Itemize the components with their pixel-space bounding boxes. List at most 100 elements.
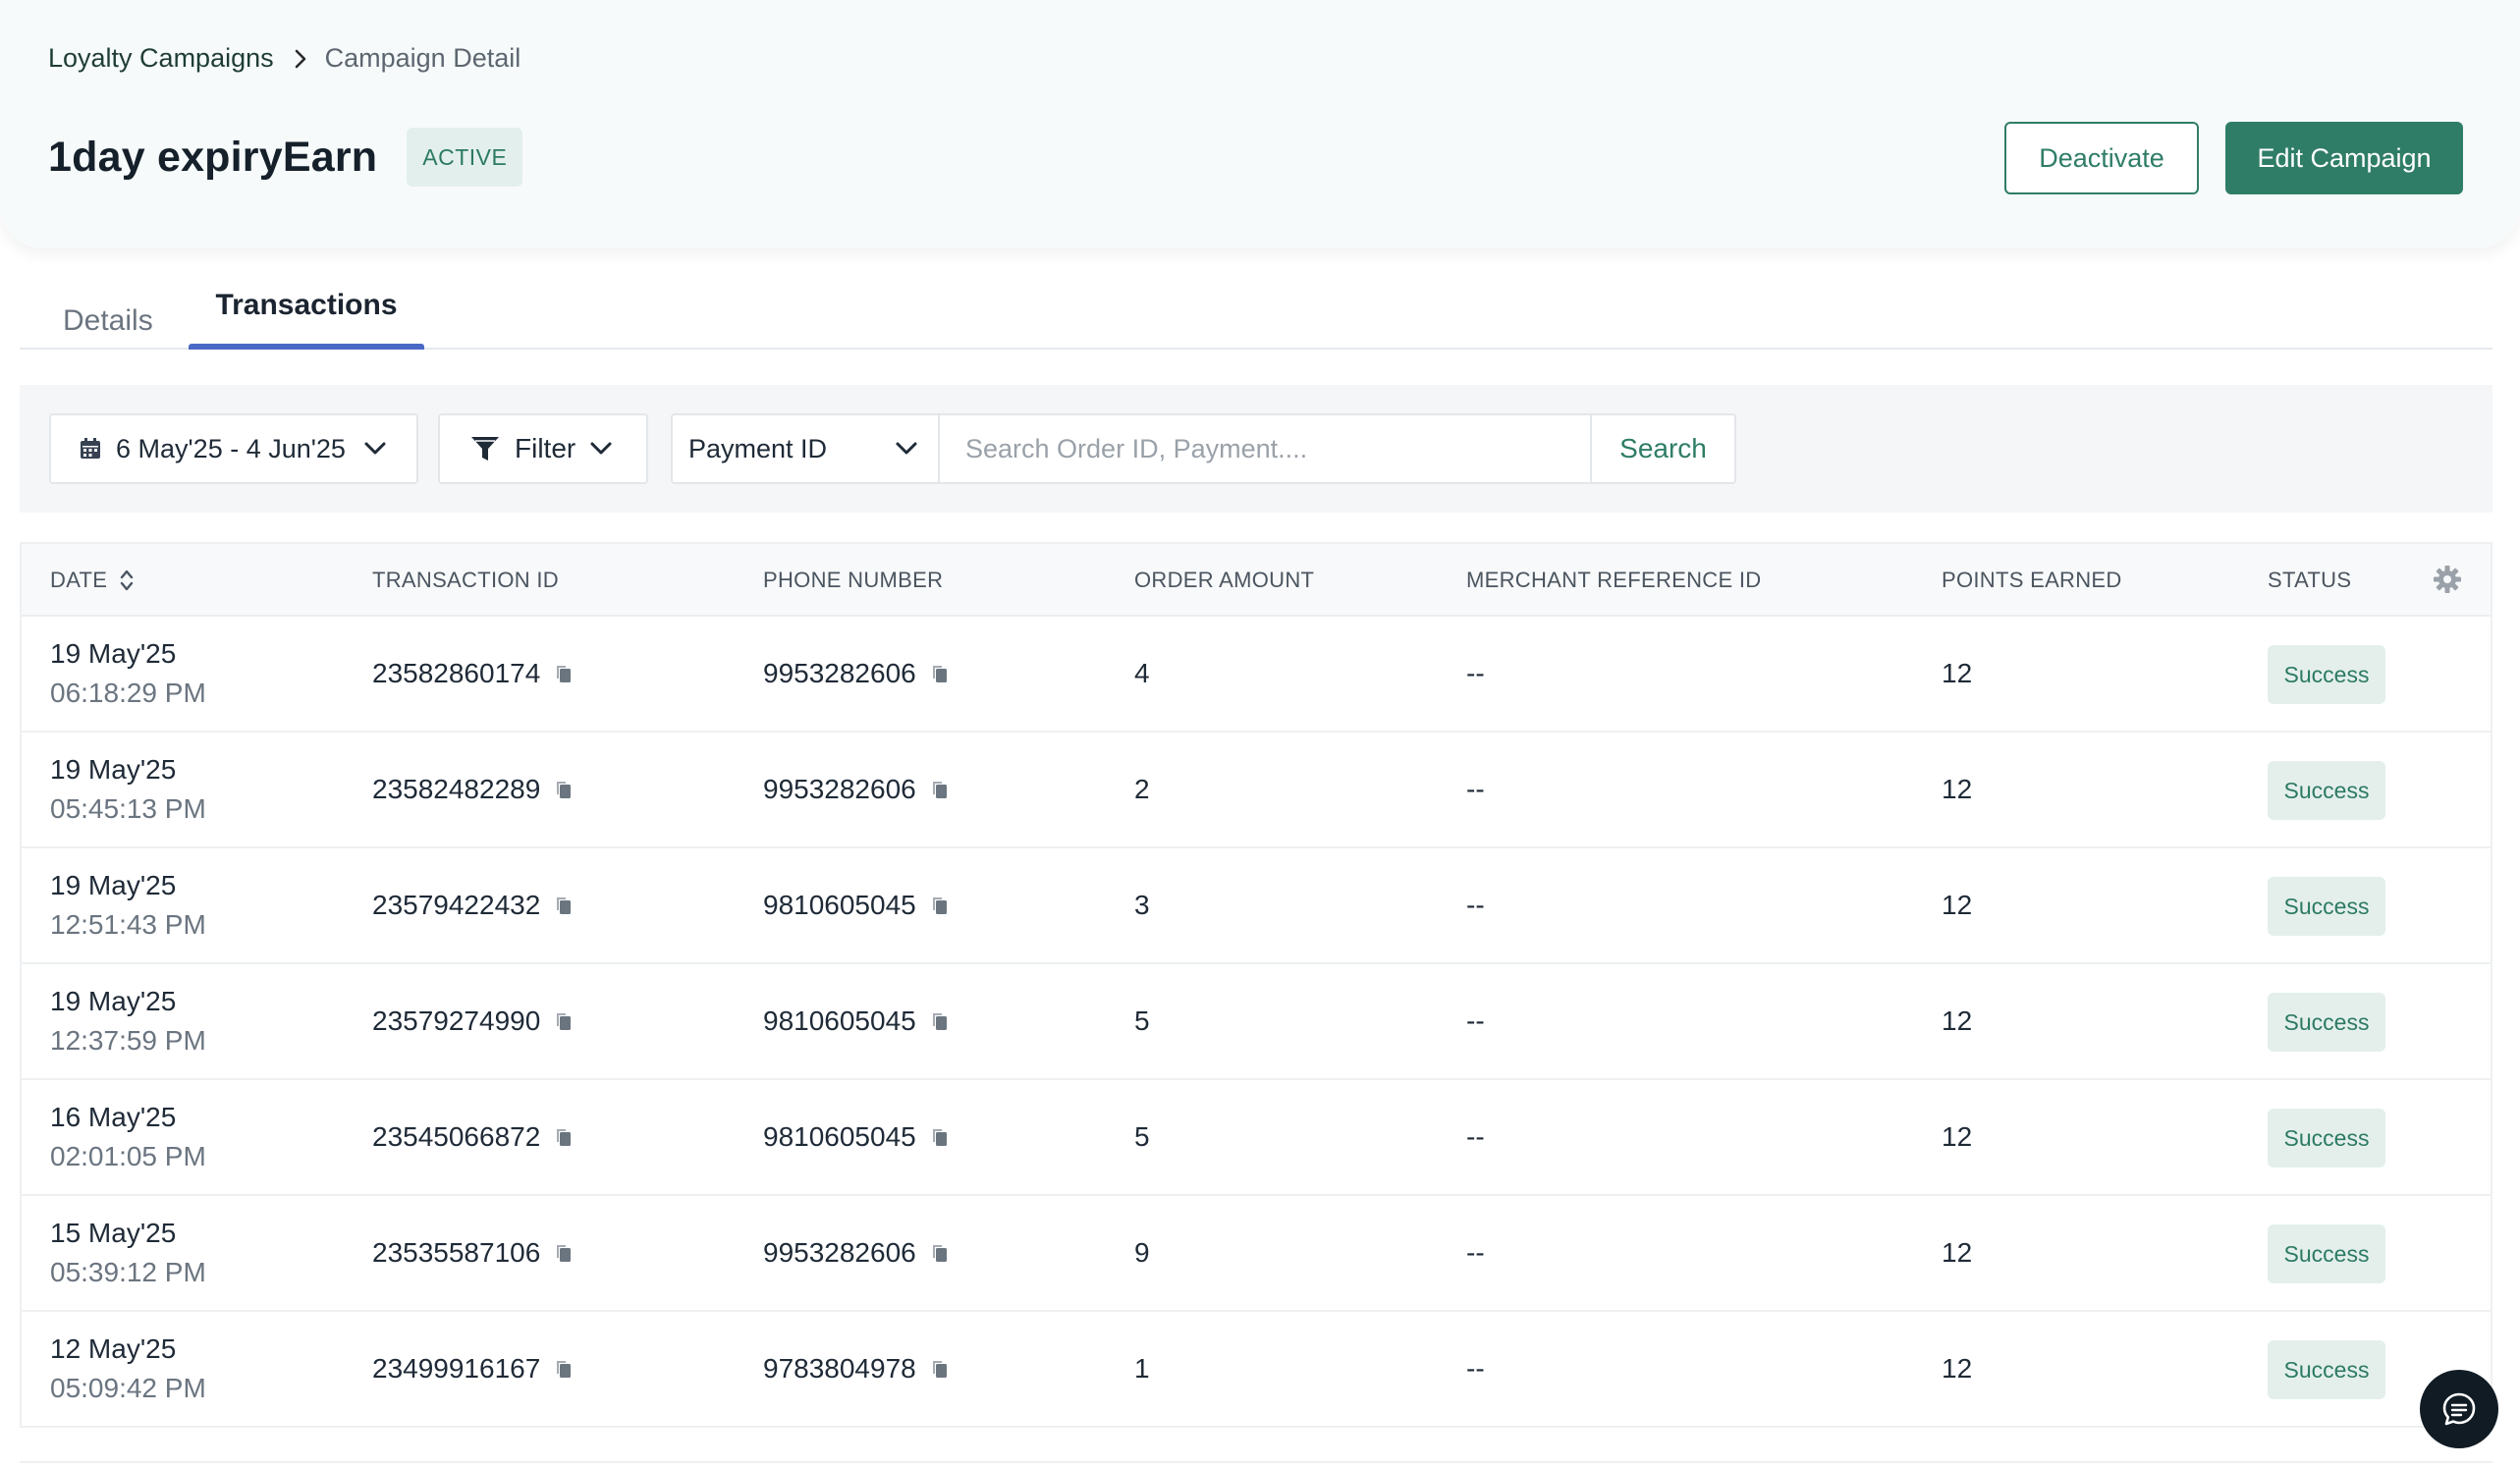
status-badge: Success bbox=[2268, 1340, 2385, 1399]
copy-icon[interactable] bbox=[930, 1010, 950, 1032]
copy-icon[interactable] bbox=[554, 1358, 574, 1380]
search-input[interactable] bbox=[940, 413, 1592, 484]
table-row[interactable]: 16 May'25 02:01:05 PM 23545066872 981060… bbox=[22, 1080, 2491, 1196]
column-header-phone-number: PHONE NUMBER bbox=[763, 568, 944, 592]
chevron-down-icon bbox=[363, 441, 387, 457]
date-cell: 19 May'25 12:37:59 PM bbox=[50, 984, 206, 1062]
transaction-id: 23535587106 bbox=[372, 1237, 541, 1268]
order-amount: 4 bbox=[1134, 658, 1150, 688]
merchant-reference-id: -- bbox=[1466, 1121, 1485, 1152]
status-badge: ACTIVE bbox=[407, 128, 523, 187]
copy-icon[interactable] bbox=[554, 663, 574, 684]
column-header-date[interactable]: DATE bbox=[50, 544, 135, 617]
status-badge: Success bbox=[2268, 993, 2385, 1052]
copy-icon[interactable] bbox=[930, 663, 950, 684]
table-row[interactable]: 15 May'25 05:39:12 PM 23535587106 995328… bbox=[22, 1196, 2491, 1312]
phone-number: 9953282606 bbox=[763, 1237, 916, 1268]
copy-icon[interactable] bbox=[554, 779, 574, 800]
phone-number: 9953282606 bbox=[763, 774, 916, 804]
transaction-date: 19 May'25 bbox=[50, 754, 177, 785]
phone-number: 9810605045 bbox=[763, 890, 916, 920]
phone-number-cell: 9783804978 bbox=[763, 1312, 950, 1426]
transactions-table: DATE TRANSACTION ID PHONE NUMBER ORDER A… bbox=[20, 542, 2493, 1428]
phone-number: 9810605045 bbox=[763, 1121, 916, 1152]
sort-icon[interactable] bbox=[119, 568, 135, 593]
copy-icon[interactable] bbox=[930, 1242, 950, 1264]
status-badge: Success bbox=[2268, 761, 2385, 820]
copy-icon[interactable] bbox=[554, 1126, 574, 1148]
transaction-id-cell: 23579422432 bbox=[372, 848, 574, 962]
gear-icon[interactable] bbox=[2432, 564, 2463, 595]
table-row[interactable]: 19 May'25 12:51:43 PM 23579422432 981060… bbox=[22, 848, 2491, 964]
transaction-time: 05:09:42 PM bbox=[50, 1373, 206, 1403]
calendar-icon bbox=[79, 437, 102, 461]
date-cell: 19 May'25 12:51:43 PM bbox=[50, 868, 206, 947]
copy-icon[interactable] bbox=[554, 1010, 574, 1032]
phone-number: 9953282606 bbox=[763, 658, 916, 688]
transaction-id-cell: 23545066872 bbox=[372, 1080, 574, 1194]
status-badge: Success bbox=[2268, 877, 2385, 936]
merchant-reference-id: -- bbox=[1466, 1237, 1485, 1268]
filter-label: Filter bbox=[515, 433, 576, 463]
chevron-down-icon bbox=[589, 441, 613, 457]
order-amount: 3 bbox=[1134, 890, 1150, 920]
points-earned: 12 bbox=[1942, 1005, 1973, 1036]
copy-icon[interactable] bbox=[930, 1126, 950, 1148]
status-badge: Success bbox=[2268, 1109, 2385, 1168]
transaction-time: 05:39:12 PM bbox=[50, 1257, 206, 1287]
transaction-id: 23582860174 bbox=[372, 658, 541, 688]
transaction-id: 23545066872 bbox=[372, 1121, 541, 1152]
status-badge: Success bbox=[2268, 1224, 2385, 1283]
copy-icon[interactable] bbox=[554, 895, 574, 916]
table-row[interactable]: 19 May'25 12:37:59 PM 23579274990 981060… bbox=[22, 964, 2491, 1080]
search-button[interactable]: Search bbox=[1592, 413, 1736, 484]
breadcrumb: Loyalty Campaigns Campaign Detail bbox=[48, 43, 520, 74]
transaction-date: 16 May'25 bbox=[50, 1102, 177, 1132]
date-cell: 15 May'25 05:39:12 PM bbox=[50, 1216, 206, 1294]
copy-icon[interactable] bbox=[930, 1358, 950, 1380]
table-row[interactable]: 19 May'25 06:18:29 PM 23582860174 995328… bbox=[22, 617, 2491, 733]
copy-icon[interactable] bbox=[554, 1242, 574, 1264]
transaction-time: 06:18:29 PM bbox=[50, 678, 206, 708]
points-earned: 12 bbox=[1942, 774, 1973, 804]
phone-number-cell: 9810605045 bbox=[763, 1080, 950, 1194]
order-amount: 9 bbox=[1134, 1237, 1150, 1268]
deactivate-button[interactable]: Deactivate bbox=[2004, 122, 2199, 194]
transaction-time: 12:37:59 PM bbox=[50, 1025, 206, 1056]
filter-bar: 6 May'25 - 4 Jun'25 Filter Payment ID Se… bbox=[20, 385, 2493, 513]
transaction-date: 19 May'25 bbox=[50, 986, 177, 1016]
order-amount: 5 bbox=[1134, 1121, 1150, 1152]
campaign-header: Loyalty Campaigns Campaign Detail 1day e… bbox=[0, 0, 2520, 248]
table-row[interactable]: 19 May'25 05:45:13 PM 23582482289 995328… bbox=[22, 733, 2491, 848]
copy-icon[interactable] bbox=[930, 895, 950, 916]
edit-campaign-button[interactable]: Edit Campaign bbox=[2225, 122, 2463, 194]
points-earned: 12 bbox=[1942, 1237, 1973, 1268]
date-cell: 16 May'25 02:01:05 PM bbox=[50, 1100, 206, 1178]
transaction-id-cell: 23499916167 bbox=[372, 1312, 574, 1426]
order-amount: 2 bbox=[1134, 774, 1150, 804]
tab-bar: Details Transactions bbox=[20, 275, 2493, 350]
tab-transactions[interactable]: Transactions bbox=[189, 275, 424, 350]
table-row[interactable]: 12 May'25 05:09:42 PM 23499916167 978380… bbox=[22, 1312, 2491, 1428]
filter-button[interactable]: Filter bbox=[438, 413, 648, 484]
date-range-picker[interactable]: 6 May'25 - 4 Jun'25 bbox=[49, 413, 418, 484]
merchant-reference-id: -- bbox=[1466, 774, 1485, 804]
date-cell: 19 May'25 05:45:13 PM bbox=[50, 752, 206, 831]
breadcrumb-loyalty-campaigns[interactable]: Loyalty Campaigns bbox=[48, 43, 274, 74]
transaction-date: 15 May'25 bbox=[50, 1218, 177, 1248]
transaction-id-cell: 23582860174 bbox=[372, 617, 574, 731]
search-field-select[interactable]: Payment ID bbox=[671, 413, 940, 484]
phone-number: 9783804978 bbox=[763, 1353, 916, 1384]
chat-button[interactable] bbox=[2420, 1370, 2498, 1448]
transaction-date: 19 May'25 bbox=[50, 870, 177, 900]
transaction-time: 05:45:13 PM bbox=[50, 793, 206, 824]
transaction-date: 19 May'25 bbox=[50, 638, 177, 669]
copy-icon[interactable] bbox=[930, 779, 950, 800]
active-tab-indicator bbox=[189, 344, 424, 350]
table-body: 19 May'25 06:18:29 PM 23582860174 995328… bbox=[22, 617, 2491, 1428]
transaction-time: 02:01:05 PM bbox=[50, 1141, 206, 1171]
breadcrumb-campaign-detail: Campaign Detail bbox=[324, 43, 521, 73]
title-row: 1day expiryEarn ACTIVE bbox=[48, 128, 523, 187]
transaction-id-cell: 23582482289 bbox=[372, 733, 574, 846]
tab-details[interactable]: Details bbox=[63, 275, 153, 350]
